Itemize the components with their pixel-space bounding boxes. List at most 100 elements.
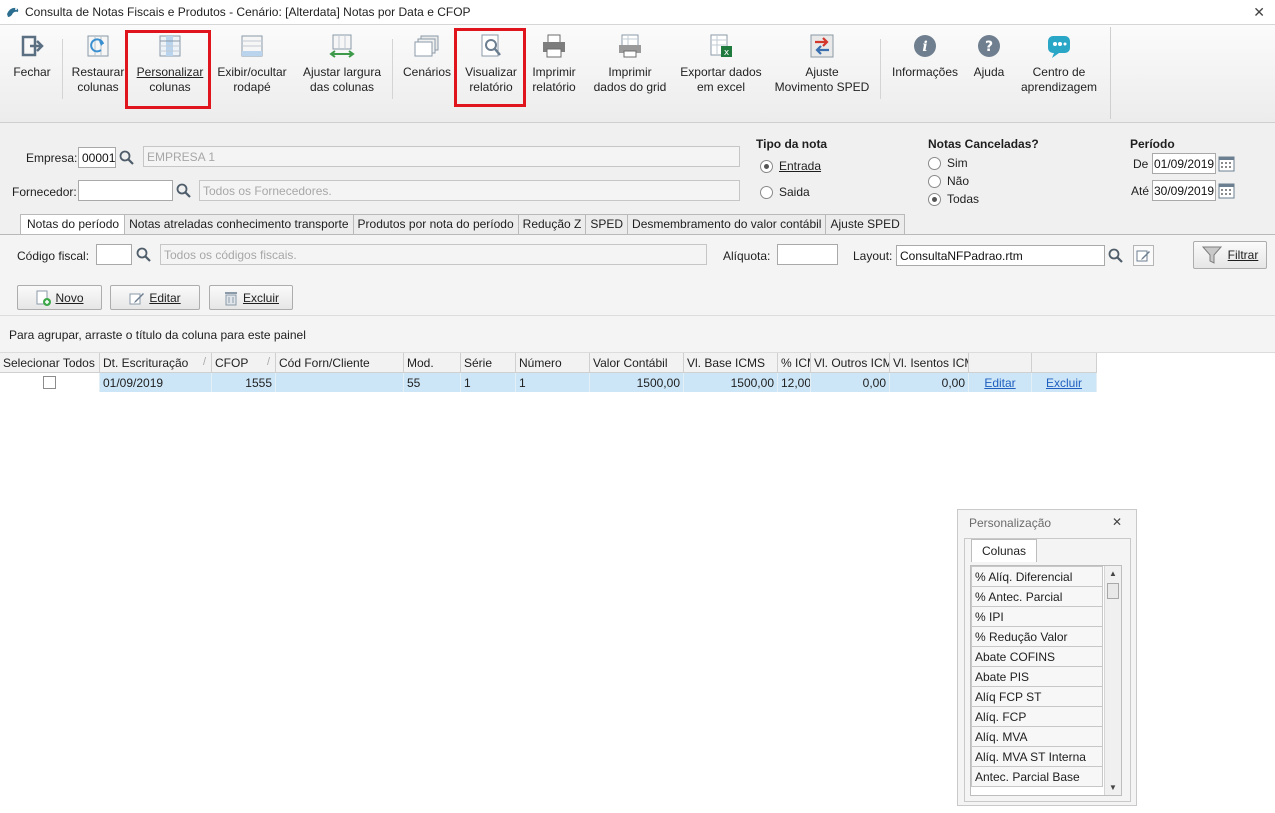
restaurar-colunas-button[interactable]: Restaurar colunas [68, 33, 128, 103]
cell-valor-contabil[interactable]: 1500,00 [590, 373, 684, 392]
columns-scrollbar[interactable]: ▲ ▼ [1104, 566, 1121, 795]
layout-input[interactable]: ConsultaNFPadrao.rtm [896, 245, 1105, 266]
tab-produtos-nota[interactable]: Produtos por nota do período [352, 214, 519, 234]
tab-reducao-z[interactable]: Redução Z [517, 214, 587, 234]
layout-search-icon[interactable] [1105, 245, 1126, 266]
fornecedor-name-field: Todos os Fornecedores. [199, 180, 740, 201]
fornecedor-label: Fornecedor: [12, 185, 77, 199]
col-perc-icms[interactable]: % ICMS [778, 353, 811, 373]
column-item[interactable]: Abate PIS [971, 666, 1103, 687]
informacoes-button[interactable]: i Informações [888, 33, 962, 103]
canceladas-nao-label: Não [947, 174, 970, 188]
cell-vl-outros-icms[interactable]: 0,00 [811, 373, 890, 392]
restaurar-label-2: colunas [77, 80, 119, 94]
column-item[interactable]: Alíq. FCP [971, 706, 1103, 727]
ajuda-button[interactable]: ? Ajuda [968, 33, 1010, 103]
canceladas-nao-radio[interactable]: Não [928, 174, 969, 188]
exibir-ocultar-rodape-button[interactable]: Exibir/ocultar rodapé [214, 33, 290, 103]
cell-perc-icms[interactable]: 12,00 [778, 373, 811, 392]
cell-cfop[interactable]: 1555 [212, 373, 276, 392]
informacoes-label: Informações [891, 65, 959, 79]
col-selecionar-todos[interactable]: Selecionar Todos [0, 353, 100, 373]
excluir-button[interactable]: Excluir [209, 285, 293, 310]
exportar-excel-button[interactable]: x Exportar dados em excel [678, 33, 764, 103]
row-excluir-link[interactable]: Excluir [1046, 376, 1082, 390]
periodo-ate-input[interactable]: 30/09/2019 [1152, 180, 1216, 201]
cenarios-button[interactable]: Cenários [400, 33, 454, 103]
col-numero[interactable]: Número [516, 353, 590, 373]
cell-numero[interactable]: 1 [516, 373, 590, 392]
codigo-fiscal-input[interactable] [96, 244, 132, 265]
column-item[interactable]: Antec. Parcial Base [971, 766, 1103, 787]
calendar-icon[interactable] [1216, 153, 1236, 173]
fornecedor-code-input[interactable] [78, 180, 173, 201]
cell-cod-forn-cliente[interactable] [276, 373, 404, 392]
ajuda-label: Ajuda [973, 65, 1005, 79]
window-close-icon[interactable]: ✕ [1253, 4, 1265, 21]
scrollbar-thumb[interactable] [1107, 583, 1119, 599]
column-item[interactable]: % Redução Valor [971, 626, 1103, 647]
tab-notas-atreladas[interactable]: Notas atreladas conhecimento transporte [124, 214, 354, 234]
scroll-up-icon[interactable]: ▲ [1109, 569, 1117, 578]
canceladas-todas-radio[interactable]: Todas [928, 192, 979, 206]
imprimir-grid-button[interactable]: Imprimir dados do grid [590, 33, 670, 103]
cell-dt-escrituracao[interactable]: 01/09/2019 [100, 373, 212, 392]
ajustar-largura-button[interactable]: Ajustar largura das colunas [300, 33, 384, 103]
codigo-fiscal-search-icon[interactable] [133, 244, 154, 265]
row-select-cell[interactable] [0, 373, 100, 392]
col-cfop[interactable]: CFOP / [212, 353, 276, 373]
column-item[interactable]: % Alíq. Diferencial [971, 566, 1103, 587]
novo-button[interactable]: Novo [17, 285, 102, 310]
cenarios-label: Cenários [402, 65, 452, 79]
col-valor-contabil[interactable]: Valor Contábil [590, 353, 684, 373]
col-cod-forn-cliente[interactable]: Cód Forn/Cliente [276, 353, 404, 373]
tab-sped[interactable]: SPED [585, 214, 629, 234]
group-by-panel[interactable]: Para agrupar, arraste o título da coluna… [0, 315, 1275, 353]
cell-serie[interactable]: 1 [461, 373, 516, 392]
fornecedor-search-icon[interactable] [173, 180, 194, 201]
editar-button[interactable]: Editar [110, 285, 200, 310]
col-mod[interactable]: Mod. [404, 353, 461, 373]
tab-ajuste-sped[interactable]: Ajuste SPED [825, 214, 905, 234]
ajustar-label-1: Ajustar largura [302, 65, 382, 79]
col-serie[interactable]: Série [461, 353, 516, 373]
cell-vl-base-icms[interactable]: 1500,00 [684, 373, 778, 392]
column-item[interactable]: % Antec. Parcial [971, 586, 1103, 607]
imprimir-relatorio-button[interactable]: Imprimir relatório [526, 33, 582, 103]
tipo-entrada-radio[interactable]: Entrada [760, 159, 821, 173]
ajuste-movimento-sped-button[interactable]: Ajuste Movimento SPED [772, 33, 872, 103]
col-vl-outros-icms[interactable]: Vl. Outros ICMS [811, 353, 890, 373]
col-dt-escrituracao[interactable]: Dt. Escrituração / [100, 353, 212, 373]
column-item[interactable]: % IPI [971, 606, 1103, 627]
columns-list: % Alíq. Diferencial % Antec. Parcial % I… [970, 565, 1122, 796]
scroll-down-icon[interactable]: ▼ [1109, 783, 1117, 792]
close-icon[interactable]: ✕ [1112, 515, 1122, 529]
periodo-ate-label: Até [1131, 184, 1150, 198]
printer-icon [541, 33, 567, 59]
calendar-icon[interactable] [1216, 180, 1236, 200]
column-item[interactable]: Alíq FCP ST [971, 686, 1103, 707]
cell-mod[interactable]: 55 [404, 373, 461, 392]
canceladas-sim-radio[interactable]: Sim [928, 156, 968, 170]
tipo-saida-radio[interactable]: Saida [760, 185, 810, 199]
row-editar-link[interactable]: Editar [984, 376, 1015, 390]
fechar-button[interactable]: Fechar [10, 33, 54, 103]
column-item[interactable]: Abate COFINS [971, 646, 1103, 667]
layout-edit-icon[interactable] [1133, 245, 1154, 266]
cell-vl-isentos-icms[interactable]: 0,00 [890, 373, 969, 392]
footer-toggle-icon [239, 33, 265, 59]
row-checkbox[interactable] [43, 376, 56, 389]
tab-colunas[interactable]: Colunas [971, 539, 1038, 562]
column-item[interactable]: Alíq. MVA ST Interna [971, 746, 1103, 767]
empresa-search-icon[interactable] [116, 147, 137, 168]
column-item[interactable]: Alíq. MVA [971, 726, 1103, 747]
col-vl-base-icms[interactable]: Vl. Base ICMS [684, 353, 778, 373]
periodo-de-input[interactable]: 01/09/2019 [1152, 153, 1216, 174]
filtrar-button[interactable]: Filtrar [1193, 241, 1267, 269]
col-vl-isentos-icms[interactable]: Vl. Isentos ICMS [890, 353, 969, 373]
empresa-code-input[interactable]: 00001 [78, 147, 116, 168]
centro-aprendizagem-button[interactable]: Centro de aprendizagem [1016, 33, 1102, 103]
tab-desmembramento[interactable]: Desmembramento do valor contábil [627, 214, 827, 234]
aliquota-input[interactable] [777, 244, 838, 265]
tab-notas-periodo[interactable]: Notas do período [20, 214, 126, 235]
